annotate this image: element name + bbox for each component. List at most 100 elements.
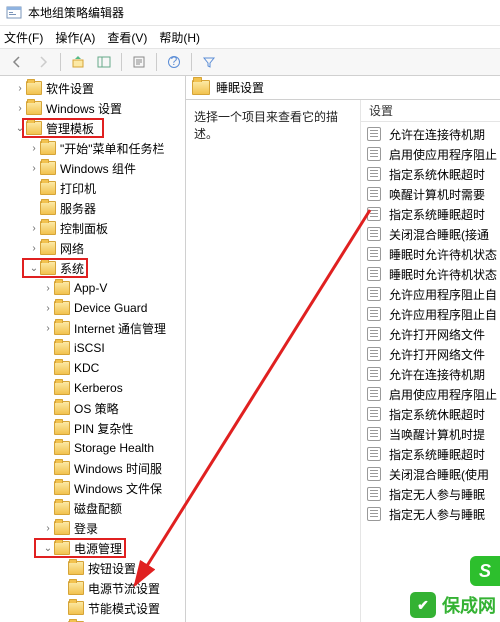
window-title: 本地组策略编辑器 [28,4,124,21]
setting-item[interactable]: 允许在连接待机期 [361,364,500,384]
tree-item[interactable]: ›视频与显示设 [0,618,185,622]
tree-item[interactable]: ›OS 策略 [0,398,185,418]
policy-icon [367,287,381,301]
tree-item[interactable]: ›节能模式设置 [0,598,185,618]
setting-label: 指定系统睡眠超时 [389,206,485,223]
tree-item[interactable]: ›Windows 组件 [0,158,185,178]
tree-item[interactable]: ›服务器 [0,198,185,218]
tree-item[interactable]: › 控制面板 [0,218,185,238]
setting-label: 允许应用程序阻止自 [389,286,497,303]
collapse-icon[interactable]: ⌄ [28,263,40,274]
tree-item[interactable]: ›Windows 设置 [0,98,185,118]
tree-item[interactable]: ›打印机 [0,178,185,198]
expand-icon[interactable]: › [28,163,40,174]
sogou-badge: S [470,556,500,586]
tree-item[interactable]: ›"开始"菜单和任务栏 [0,138,185,158]
setting-item[interactable]: 指定系统睡眠超时 [361,204,500,224]
setting-item[interactable]: 允许打开网络文件 [361,324,500,344]
tree-item-label: Device Guard [74,301,147,315]
expand-icon[interactable]: › [42,523,54,534]
tree-item-label: 控制面板 [60,220,108,237]
policy-icon [367,267,381,281]
show-hide-tree-button[interactable] [93,51,115,73]
expand-icon[interactable]: › [14,83,26,94]
policy-icon [367,427,381,441]
column-header-setting[interactable]: 设置 [361,100,500,122]
tree-item-label: Windows 文件保 [74,480,162,497]
folder-icon [54,381,70,395]
policy-icon [367,507,381,521]
description-column: 选择一个项目来查看它的描述。 [186,100,361,622]
setting-item[interactable]: 允许应用程序阻止自 [361,304,500,324]
expand-icon[interactable]: › [14,103,26,114]
tree-item[interactable]: ⌄ 电源管理 [0,538,185,558]
tree-item[interactable]: ›Windows 时间服 [0,458,185,478]
policy-icon [367,147,381,161]
setting-item[interactable]: 当唤醒计算机时提 [361,424,500,444]
tree-item-label: 服务器 [60,200,96,217]
setting-label: 启用使应用程序阻止 [389,386,497,403]
tree-item[interactable]: ›PIN 复杂性 [0,418,185,438]
tree-item[interactable]: ⌄管理模板 [0,118,185,138]
expand-icon[interactable]: › [28,143,40,154]
expand-icon[interactable]: › [42,303,54,314]
tree-item[interactable]: ›Windows 文件保 [0,478,185,498]
menu-file[interactable]: 文件(F) [4,29,43,46]
setting-item[interactable]: 睡眠时允许待机状态 [361,264,500,284]
expand-icon[interactable]: › [28,243,40,254]
collapse-icon[interactable]: ⌄ [42,543,54,554]
folder-icon [40,181,56,195]
setting-item[interactable]: 关闭混合睡眠(使用 [361,464,500,484]
title-bar: 本地组策略编辑器 [0,0,500,26]
folder-icon [54,361,70,375]
folder-icon [54,421,70,435]
menu-help[interactable]: 帮助(H) [159,29,200,46]
tree-item[interactable]: › Device Guard [0,298,185,318]
filter-button[interactable] [198,51,220,73]
setting-item[interactable]: 指定系统睡眠超时 [361,444,500,464]
collapse-icon[interactable]: ⌄ [14,123,26,134]
setting-item[interactable]: 指定无人参与睡眠 [361,484,500,504]
setting-item[interactable]: 指定系统休眠超时 [361,404,500,424]
tree-item[interactable]: ⌄系统 [0,258,185,278]
setting-item[interactable]: 唤醒计算机时需要 [361,184,500,204]
tree-item[interactable]: ›iSCSI [0,338,185,358]
tree-item[interactable]: ›登录 [0,518,185,538]
setting-item[interactable]: 允许在连接待机期 [361,124,500,144]
expand-icon[interactable]: › [42,323,54,334]
folder-icon [68,561,84,575]
menu-action[interactable]: 操作(A) [55,29,95,46]
tree-item[interactable]: ›磁盘配额 [0,498,185,518]
help-button[interactable]: ? [163,51,185,73]
setting-item[interactable]: 指定无人参与睡眠 [361,504,500,524]
folder-icon [40,261,56,275]
tree-item-label: 软件设置 [46,80,94,97]
setting-item[interactable]: 启用使应用程序阻止 [361,384,500,404]
tree-item[interactable]: ›App-V [0,278,185,298]
tree-item[interactable]: ›网络 [0,238,185,258]
setting-item[interactable]: 允许应用程序阻止自 [361,284,500,304]
forward-button[interactable] [32,51,54,73]
menu-view[interactable]: 查看(V) [107,29,147,46]
tree-pane[interactable]: ›软件设置›Windows 设置⌄管理模板›"开始"菜单和任务栏›Windows… [0,76,186,622]
setting-item[interactable]: 睡眠时允许待机状态 [361,244,500,264]
up-button[interactable] [67,51,89,73]
expand-icon[interactable]: › [28,223,40,234]
setting-item[interactable]: 启用使应用程序阻止 [361,144,500,164]
tree-item[interactable]: ›电源节流设置 [0,578,185,598]
setting-item[interactable]: 允许打开网络文件 [361,344,500,364]
folder-icon [40,241,56,255]
setting-item[interactable]: 指定系统休眠超时 [361,164,500,184]
tree-item[interactable]: ›Internet 通信管理 [0,318,185,338]
tree-item[interactable]: ›Kerberos [0,378,185,398]
tree-item[interactable]: › 软件设置 [0,78,185,98]
settings-list: 设置 允许在连接待机期启用使应用程序阻止指定系统休眠超时唤醒计算机时需要指定系统… [361,100,500,622]
setting-item[interactable]: 关闭混合睡眠(接通 [361,224,500,244]
tree-item[interactable]: ›KDC [0,358,185,378]
back-button[interactable] [6,51,28,73]
tree-item-label: 电源管理 [74,540,122,557]
tree-item[interactable]: ›按钮设置 [0,558,185,578]
expand-icon[interactable]: › [42,283,54,294]
tree-item[interactable]: ›Storage Health [0,438,185,458]
export-button[interactable] [128,51,150,73]
